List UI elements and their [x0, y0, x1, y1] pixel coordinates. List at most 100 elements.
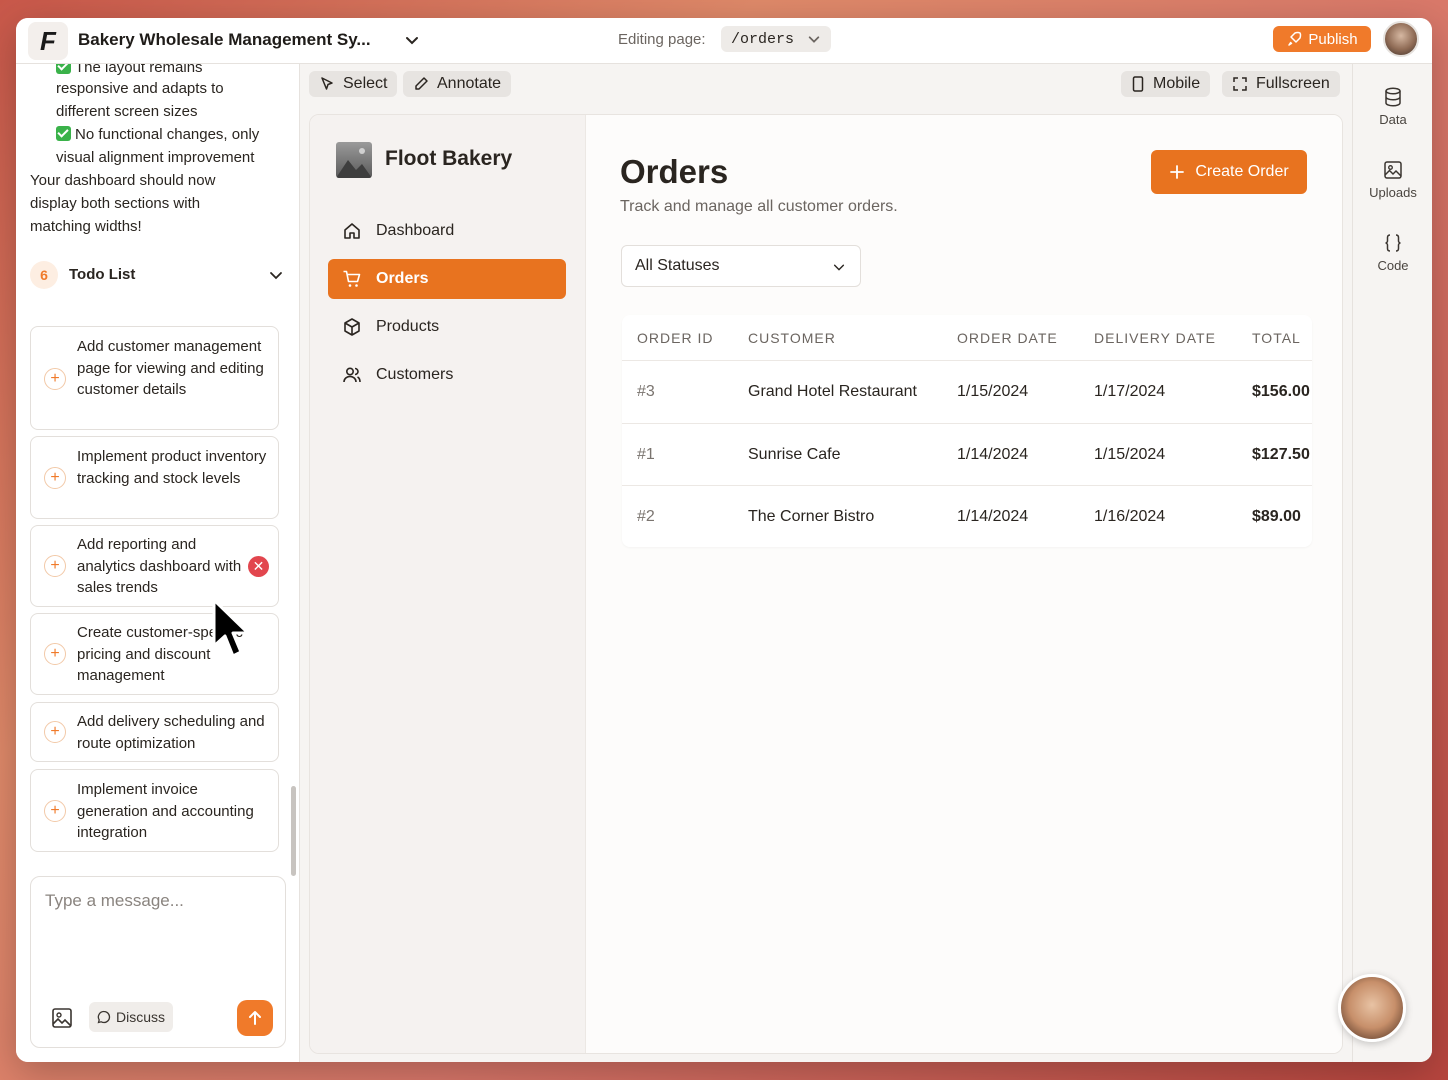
database-icon: [1385, 87, 1401, 107]
mobile-view-button[interactable]: Mobile: [1121, 71, 1211, 97]
order-customer: Sunrise Cafe: [748, 446, 841, 463]
todo-item-text: Implement product inventory tracking and…: [77, 448, 267, 487]
annotate-label: Annotate: [437, 75, 502, 92]
todo-item[interactable]: + Implement product inventory tracking a…: [30, 436, 279, 519]
mobile-label: Mobile: [1153, 75, 1201, 92]
order-id: #2: [637, 508, 655, 525]
todo-item[interactable]: + Add reporting and analytics dashboard …: [30, 525, 279, 607]
chat-panel: The layout remains responsive and adapts…: [16, 64, 300, 1062]
plus-icon: [1170, 165, 1185, 179]
editing-page-label: Editing page:: [618, 31, 706, 48]
order-date: 1/14/2024: [957, 508, 1029, 525]
nav-item-products[interactable]: Products: [328, 307, 566, 347]
order-id: #3: [637, 383, 655, 400]
chat-bubble-icon: [97, 1010, 111, 1024]
publish-button[interactable]: Publish: [1273, 26, 1371, 52]
cart-icon: [343, 270, 361, 287]
todo-item[interactable]: + Add customer management page for viewi…: [30, 326, 279, 430]
floot-logo-icon[interactable]: F: [28, 22, 68, 60]
uploads-label: Uploads: [1369, 185, 1417, 200]
add-todo-icon[interactable]: +: [44, 467, 66, 489]
chat-line: responsive and adapts to: [56, 80, 224, 97]
todo-item[interactable]: + Add delivery scheduling and route opti…: [30, 702, 279, 762]
nav-item-dashboard[interactable]: Dashboard: [328, 211, 566, 251]
select-tool-button[interactable]: Select: [309, 71, 398, 97]
order-customer: Grand Hotel Restaurant: [748, 383, 917, 400]
table-row[interactable]: #2 The Corner Bistro 1/14/2024 1/16/2024…: [622, 485, 1312, 547]
chat-line: different screen sizes: [56, 103, 198, 120]
add-todo-icon[interactable]: +: [44, 721, 66, 743]
pencil-icon: [415, 77, 428, 90]
column-header[interactable]: CUSTOMER: [748, 330, 836, 346]
brand-name: Floot Bakery: [385, 147, 513, 170]
remove-todo-icon[interactable]: ✕: [248, 556, 269, 577]
order-total: $89.00: [1252, 508, 1301, 525]
data-panel-button[interactable]: Data: [1353, 86, 1432, 127]
preview-toolbar: Select Annotate Mobile Fullscreen: [300, 64, 1352, 106]
nav-item-customers[interactable]: Customers: [328, 355, 566, 395]
image-upload-icon[interactable]: [51, 1007, 73, 1029]
nav-item-orders[interactable]: Orders: [328, 259, 566, 299]
app-preview: Floot Bakery Dashboard Orders Products C…: [309, 114, 1343, 1054]
create-order-button[interactable]: Create Order: [1151, 150, 1307, 194]
create-order-label: Create Order: [1195, 163, 1289, 180]
order-date: 1/14/2024: [957, 446, 1029, 463]
chat-line: Your dashboard should now: [30, 172, 216, 189]
arrow-up-icon: [249, 1011, 261, 1025]
support-avatar[interactable]: [1338, 974, 1406, 1042]
todo-item-text: Implement invoice generation and account…: [77, 781, 254, 841]
todo-item-text: Add reporting and analytics dashboard wi…: [77, 536, 242, 596]
todo-item[interactable]: + Implement invoice generation and accou…: [30, 769, 279, 852]
user-avatar[interactable]: [1383, 21, 1419, 57]
delivery-date: 1/15/2024: [1094, 446, 1166, 463]
column-header[interactable]: ORDER DATE: [957, 330, 1058, 346]
code-panel-button[interactable]: Code: [1353, 232, 1432, 273]
chevron-down-icon[interactable]: [268, 267, 284, 283]
table-row[interactable]: #1 Sunrise Cafe 1/14/2024 1/15/2024 $127…: [622, 423, 1312, 485]
home-icon: [344, 223, 360, 239]
column-header[interactable]: ORDER ID: [637, 330, 713, 346]
message-input[interactable]: [45, 891, 271, 911]
column-header[interactable]: TOTAL: [1252, 330, 1301, 346]
chevron-down-icon: [833, 264, 845, 271]
todo-list-header[interactable]: 6 Todo List: [30, 261, 284, 289]
chat-line: display both sections with: [30, 195, 201, 212]
add-todo-icon[interactable]: +: [44, 555, 66, 577]
send-button[interactable]: [237, 1000, 273, 1036]
fullscreen-button[interactable]: Fullscreen: [1222, 71, 1340, 97]
cursor-arrow-icon: [321, 77, 333, 90]
page-subtitle: Track and manage all customer orders.: [620, 198, 898, 215]
check-icon: [56, 126, 71, 141]
todo-item-text: Add delivery scheduling and route optimi…: [77, 713, 265, 752]
delivery-date: 1/17/2024: [1094, 383, 1166, 400]
add-todo-icon[interactable]: +: [44, 800, 66, 822]
message-composer: Discuss: [30, 876, 286, 1048]
page-selector[interactable]: /orders: [721, 26, 831, 52]
rocket-icon: [1288, 31, 1302, 46]
nav-label: Products: [376, 318, 440, 335]
table-row[interactable]: #3 Grand Hotel Restaurant 1/15/2024 1/17…: [622, 360, 1312, 422]
discuss-button[interactable]: Discuss: [89, 1002, 173, 1032]
annotate-tool-button[interactable]: Annotate: [403, 71, 512, 97]
chat-scrollbar[interactable]: [291, 786, 296, 876]
mouse-cursor-icon: [212, 598, 250, 658]
chat-line: No functional changes, only: [56, 123, 259, 146]
uploads-panel-button[interactable]: Uploads: [1353, 159, 1432, 200]
app-title[interactable]: Bakery Wholesale Management Sy...: [78, 30, 371, 50]
add-todo-icon[interactable]: +: [44, 368, 66, 390]
order-total: $156.00: [1252, 383, 1310, 400]
order-id: #1: [637, 446, 655, 463]
chat-line: visual alignment improvement: [56, 149, 255, 166]
code-braces-icon: [1385, 234, 1401, 252]
order-date: 1/15/2024: [957, 383, 1029, 400]
add-todo-icon[interactable]: +: [44, 643, 66, 665]
orders-page: Orders Track and manage all customer ord…: [586, 115, 1342, 1053]
column-header[interactable]: DELIVERY DATE: [1094, 330, 1216, 346]
fullscreen-label: Fullscreen: [1256, 75, 1330, 92]
fullscreen-icon: [1233, 77, 1247, 91]
check-icon: [56, 64, 71, 74]
select-label: Select: [343, 75, 388, 92]
chevron-down-icon[interactable]: [404, 32, 420, 48]
nav-label: Customers: [376, 366, 454, 383]
status-filter-select[interactable]: All Statuses: [621, 245, 861, 287]
